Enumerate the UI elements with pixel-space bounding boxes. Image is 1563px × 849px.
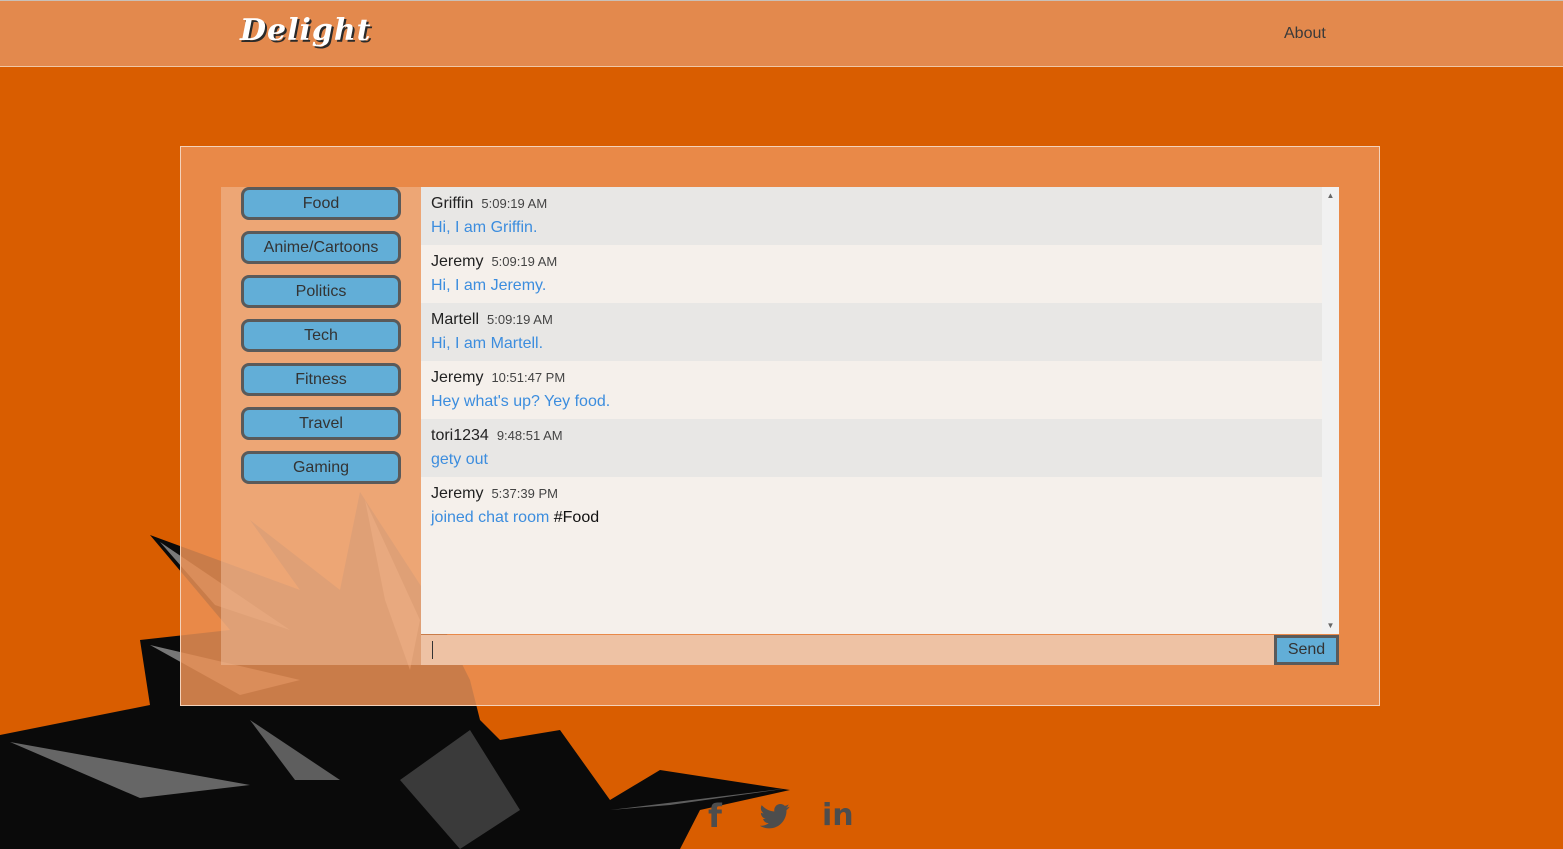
scroll-up-arrow-icon[interactable]: ▲ [1322,191,1339,200]
linkedin-icon[interactable]: in [822,800,854,832]
room-button-food[interactable]: Food [241,187,401,220]
message-username: Jeremy [431,369,484,386]
message-username: Jeremy [431,253,484,270]
message-text: Hi, I am Martell. [431,335,544,352]
message-text: joined chat room #Food [431,509,1322,527]
room-button-fitness[interactable]: Fitness [241,363,401,396]
message-timestamp: 5:09:19 AM [481,196,548,211]
message-list[interactable]: Griffin 5:09:19 AM Hi, I am Griffin. Jere… [421,187,1339,634]
message-timestamp: 5:09:19 AM [487,312,553,327]
room-button-tech[interactable]: Tech [241,319,401,352]
message-item: Griffin 5:09:19 AM Hi, I am Griffin. [421,187,1322,245]
message-text: gety out [431,451,488,468]
brand-logo[interactable]: Delight [240,13,372,48]
twitter-icon[interactable] [760,800,790,832]
join-notice-text: joined chat room [431,509,550,526]
message-item: Jeremy 5:37:39 PM joined chat room #Food [421,477,1322,535]
send-button[interactable]: Send [1274,635,1339,665]
message-text: Hi, I am Griffin. [431,219,538,236]
message-username: Jeremy [431,485,484,502]
message-input[interactable] [421,635,1274,665]
message-username: Martell [431,311,480,328]
message-text: Hi, I am Jeremy. [431,277,547,294]
message-timestamp: 9:48:51 AM [496,428,563,443]
message-timestamp: 5:37:39 PM [491,486,558,501]
message-username: tori1234 [431,427,489,444]
room-button-anime-cartoons[interactable]: Anime/Cartoons [241,231,401,264]
message-item: Martell 5:09:19 AM Hi, I am Martell. [421,303,1322,361]
message-item: Jeremy 10:51:47 PM Hey what's up? Yey foo… [421,361,1322,419]
room-button-gaming[interactable]: Gaming [241,451,401,484]
text-cursor [432,641,433,659]
facebook-icon[interactable]: f [708,800,722,832]
message-list-scrollbar[interactable]: ▲ ▼ [1322,187,1339,634]
message-item: tori1234 9:48:51 AM gety out [421,419,1322,477]
scroll-down-arrow-icon[interactable]: ▼ [1322,621,1339,630]
room-button-travel[interactable]: Travel [241,407,401,440]
message-timestamp: 5:09:19 AM [491,254,558,269]
join-room-name: #Food [553,509,600,526]
room-button-politics[interactable]: Politics [241,275,401,308]
top-navbar: Delight About [0,0,1563,67]
nav-about-link[interactable]: About [1284,25,1326,43]
message-username: Griffin [431,195,474,212]
message-item: Jeremy 5:09:19 AM Hi, I am Jeremy. [421,245,1322,303]
message-timestamp: 10:51:47 PM [491,370,566,385]
message-text: Hey what's up? Yey food. [431,393,611,410]
